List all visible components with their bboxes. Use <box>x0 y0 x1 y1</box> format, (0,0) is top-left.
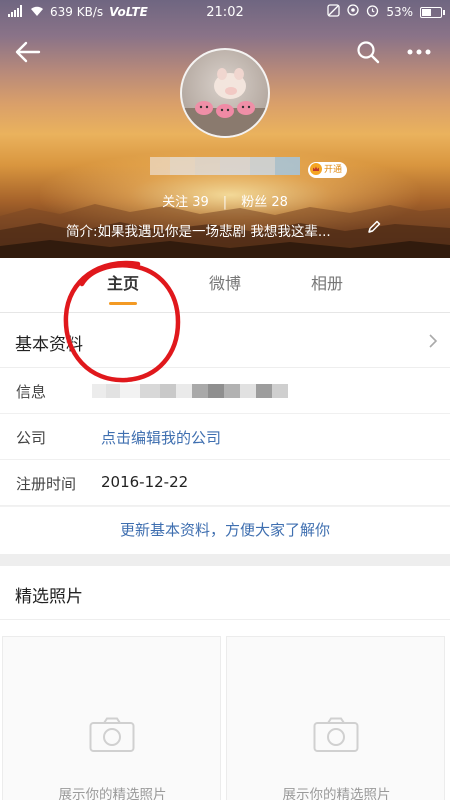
photo-placeholder[interactable]: 展示你的精选照片 <box>2 636 221 800</box>
camera-icon <box>89 717 135 752</box>
photo-placeholder-label: 展示你的精选照片 <box>58 787 167 800</box>
search-icon <box>357 41 380 64</box>
wifi-icon <box>30 5 44 20</box>
battery-icon <box>420 6 445 18</box>
info-value-redacted <box>92 384 288 398</box>
profile-tabs: 主页 微博 相册 <box>0 258 450 313</box>
stats-separator: | <box>222 195 228 210</box>
followers-stat[interactable]: 粉丝 28 <box>241 195 288 210</box>
profile-header: 639 KB/s VoLTE 21:02 53% 开通 关注 39 | 粉丝 2… <box>0 0 450 258</box>
featured-photos-header: 精选照片 <box>0 566 450 620</box>
bio-text: 简介:如果我遇见你是一场悲剧 我想我这辈... <box>66 224 331 240</box>
tab-weibo[interactable]: 微博 <box>180 258 270 313</box>
tab-album[interactable]: 相册 <box>282 258 372 313</box>
featured-photos-title: 精选照片 <box>15 587 83 607</box>
register-date-label: 注册时间 <box>16 475 77 493</box>
pig-avatar-picture <box>182 68 268 136</box>
vip-crown-icon <box>310 163 322 175</box>
back-arrow-icon <box>15 41 41 63</box>
basic-info-header[interactable]: 基本资料 <box>0 313 450 368</box>
more-button[interactable] <box>403 36 435 68</box>
chevron-right-icon <box>429 334 438 348</box>
edit-company-link[interactable]: 点击编辑我的公司 <box>101 427 221 448</box>
active-tab-underline <box>109 302 137 305</box>
following-label: 关注 <box>162 195 189 210</box>
search-button[interactable] <box>352 36 384 68</box>
location-icon <box>347 4 359 20</box>
vip-open-badge[interactable]: 开通 <box>308 162 348 178</box>
battery-percent: 53% <box>386 5 413 19</box>
avatar[interactable] <box>180 48 270 138</box>
info-label: 信息 <box>16 383 47 401</box>
mountain-silhouette <box>0 204 450 258</box>
following-stat[interactable]: 关注 39 <box>162 195 209 210</box>
followers-count: 28 <box>271 195 288 210</box>
status-bar: 639 KB/s VoLTE 21:02 53% <box>0 0 450 24</box>
follow-stats: 关注 39 | 粉丝 28 <box>0 191 450 210</box>
volte-label: VoLTE <box>109 5 148 19</box>
section-divider <box>0 554 450 566</box>
username-redacted <box>150 157 300 175</box>
info-row-register-date: 注册时间 2016-12-22 <box>0 460 450 506</box>
edit-bio-button[interactable] <box>366 219 384 237</box>
info-row-message: 信息 <box>0 368 450 414</box>
photo-placeholder[interactable]: 展示你的精选照片 <box>226 636 445 800</box>
update-basic-info-link[interactable]: 更新基本资料，方便大家了解你 <box>0 507 450 554</box>
photo-placeholder-label: 展示你的精选照片 <box>282 787 391 800</box>
featured-photos-grid: 展示你的精选照片 展示你的精选照片 <box>0 620 450 800</box>
signal-icon <box>8 4 24 20</box>
alarm-icon <box>366 4 379 20</box>
back-button[interactable] <box>12 36 44 68</box>
camera-icon <box>313 717 359 752</box>
more-icon <box>407 49 431 55</box>
followers-label: 粉丝 <box>241 195 268 210</box>
edit-pencil-icon <box>368 220 381 233</box>
vip-badge-label: 开通 <box>324 165 343 175</box>
network-speed: 639 KB/s <box>50 5 104 19</box>
following-count: 39 <box>192 195 209 210</box>
basic-info-title: 基本资料 <box>15 335 83 355</box>
info-row-company[interactable]: 公司 点击编辑我的公司 <box>0 414 450 460</box>
company-label: 公司 <box>16 429 47 447</box>
mute-icon <box>327 4 340 20</box>
register-date-value: 2016-12-22 <box>101 473 189 491</box>
